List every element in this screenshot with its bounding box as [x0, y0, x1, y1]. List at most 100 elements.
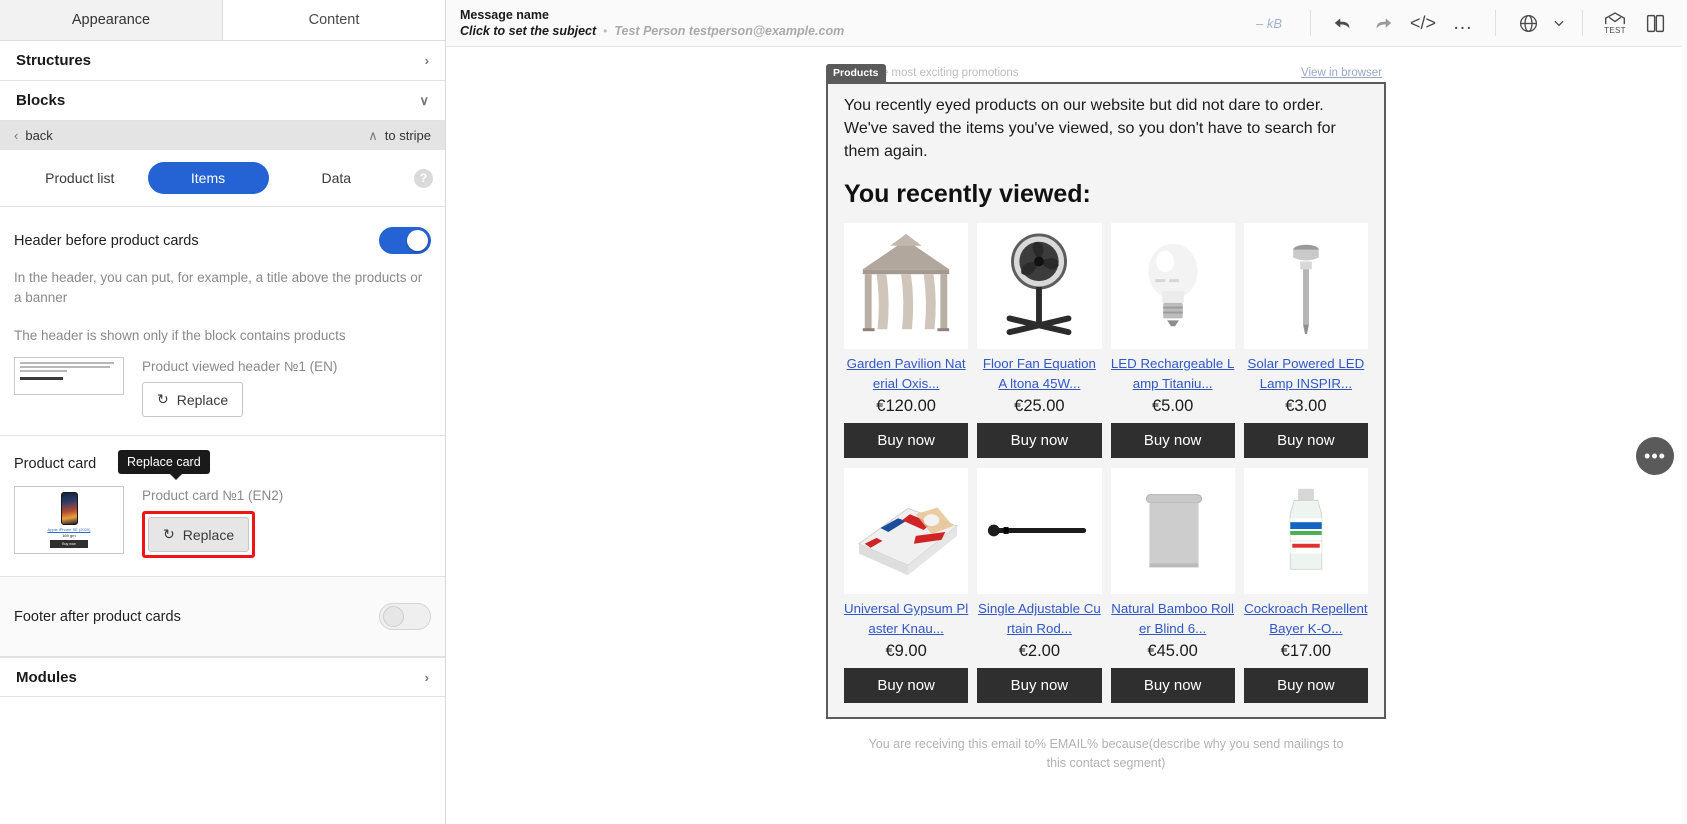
products-block[interactable]: You recently eyed products on our websit… [826, 82, 1386, 719]
back-button[interactable]: ‹ back [14, 128, 53, 143]
buy-now-button[interactable]: Buy now [977, 668, 1102, 703]
buy-now-button[interactable]: Buy now [844, 423, 969, 458]
chevron-up-icon: ∧ [368, 128, 378, 143]
more-icon[interactable]: … [1443, 3, 1483, 43]
to-stripe-button[interactable]: ∧ to stripe [368, 128, 431, 143]
redo-icon[interactable] [1363, 3, 1403, 43]
toggle-knob [407, 230, 428, 251]
product-name[interactable]: Solar Powered LED Lamp INSPIR... [1244, 354, 1368, 394]
product-name[interactable]: Single Adjustable Cu rtain Rod... [977, 599, 1101, 639]
test-label: TEST [1604, 25, 1626, 35]
product-card-preview-thumbnail[interactable]: Apple iPhone SE (2020) 169 grn Buy now [14, 486, 124, 554]
product-name[interactable]: Floor Fan Equation A ltona 45W... [977, 354, 1101, 394]
tab-appearance[interactable]: Appearance [0, 0, 223, 40]
replace-header-button[interactable]: ↻ Replace [142, 382, 244, 417]
header-preview-thumbnail[interactable] [14, 357, 124, 395]
product-card-section-title: Product card [14, 456, 97, 472]
block-actions-fab[interactable]: ••• [1636, 437, 1674, 475]
product-card-asset-label: Product card №1 (EN2) [142, 488, 284, 503]
product-grid-row-1: Garden Pavilion Nat erial Oxis... €120.0… [844, 223, 1368, 458]
product-card[interactable]: Cockroach Repellent Bayer K-O... €17.00 … [1243, 468, 1368, 703]
buy-now-button[interactable]: Buy now [1243, 668, 1368, 703]
product-card[interactable]: Garden Pavilion Nat erial Oxis... €120.0… [844, 223, 969, 458]
toggle-knob [383, 606, 404, 627]
product-card[interactable]: Solar Powered LED Lamp INSPIR... €3.00 B… [1243, 223, 1368, 458]
buy-now-button[interactable]: Buy now [844, 668, 969, 703]
editor-toolbar: Message name Click to set the subject • … [446, 0, 1687, 47]
email-footer-text: You are receiving this email to% EMAIL% … [868, 737, 1344, 770]
product-price: €45.00 [1147, 642, 1198, 660]
header-asset-row: Product viewed header №1 (EN) ↻ Replace [14, 357, 431, 435]
product-image-repellent-bottle [1243, 468, 1368, 594]
segment-product-list[interactable]: Product list [12, 162, 148, 194]
product-image-plaster-bag [844, 468, 969, 594]
product-price: €25.00 [1014, 397, 1065, 415]
product-name[interactable]: Universal Gypsum Pl aster Knau... [844, 599, 968, 639]
product-card[interactable]: LED Rechargeable L amp Titaniu... €5.00 … [1110, 223, 1235, 458]
block-badge-products[interactable]: Products [826, 64, 886, 82]
help-icon[interactable]: ? [414, 168, 433, 188]
buy-now-button[interactable]: Buy now [1110, 423, 1235, 458]
chevron-right-icon: › [424, 669, 429, 685]
product-card[interactable]: Universal Gypsum Pl aster Knau... €9.00 … [844, 468, 969, 703]
accordion-modules[interactable]: Modules › [0, 657, 445, 697]
product-name[interactable]: Cockroach Repellent Bayer K-O... [1244, 599, 1368, 639]
sidebar-tabs: Appearance Content [0, 0, 445, 41]
to-stripe-label: to stripe [384, 128, 431, 143]
header-before-product-cards-toggle[interactable] [379, 227, 431, 254]
product-image-pavilion [844, 223, 969, 349]
product-card[interactable]: Floor Fan Equation A ltona 45W... €25.00… [977, 223, 1102, 458]
product-card[interactable]: Natural Bamboo Roll er Blind 6... €45.00… [1110, 468, 1235, 703]
product-card-thumb-name: Apple iPhone SE (2020) [47, 527, 91, 532]
header-section-hint: In the header, you can put, for example,… [14, 270, 423, 305]
footer-after-product-cards-toggle[interactable] [379, 603, 431, 630]
tab-appearance-label: Appearance [71, 12, 151, 28]
code-icon[interactable]: </> [1403, 3, 1443, 43]
segment-items-label: Items [190, 170, 226, 186]
message-meta: Message name Click to set the subject • … [460, 8, 844, 38]
product-name[interactable]: LED Rechargeable L amp Titaniu... [1111, 354, 1235, 394]
view-in-browser-link[interactable]: View in browser [1301, 67, 1382, 79]
chevron-down-icon: ∨ [419, 93, 429, 108]
canvas-scrollbar[interactable] [1682, 0, 1687, 824]
intro-text: You recently eyed products on our websit… [844, 97, 1336, 160]
footer-section-title: Footer after product cards [14, 608, 181, 625]
subject-placeholder[interactable]: Click to set the subject [460, 24, 596, 38]
product-image-curtain-rod [977, 468, 1102, 594]
segment-data[interactable]: Data [269, 162, 405, 194]
header-section-head: Header before product cards [14, 207, 431, 254]
buy-now-button[interactable]: Buy now [1243, 423, 1368, 458]
product-name[interactable]: Natural Bamboo Roll er Blind 6... [1111, 599, 1235, 639]
tab-content[interactable]: Content [223, 0, 445, 40]
product-name[interactable]: Garden Pavilion Nat erial Oxis... [844, 354, 968, 394]
product-price: €5.00 [1151, 397, 1194, 415]
buy-now-button[interactable]: Buy now [977, 423, 1102, 458]
more-glyph: … [1452, 11, 1474, 34]
language-globe-icon[interactable] [1508, 3, 1548, 43]
product-price: €9.00 [885, 642, 927, 660]
segment-product-list-label: Product list [45, 170, 115, 186]
headline-text: You recently viewed: [844, 180, 1091, 208]
product-card-thumb-button: Buy now [50, 540, 88, 548]
preview-devices-icon[interactable] [1635, 3, 1675, 43]
phone-image [60, 492, 78, 525]
undo-icon[interactable] [1323, 3, 1363, 43]
product-card[interactable]: Single Adjustable Cu rtain Rod... €2.00 … [977, 468, 1102, 703]
product-price: €3.00 [1285, 397, 1327, 415]
accordion-structures[interactable]: Structures › [0, 41, 445, 81]
replace-card-tooltip: Replace card [118, 450, 210, 480]
accordion-structures-label: Structures [16, 52, 92, 69]
segment-items[interactable]: Items [147, 162, 269, 194]
refresh-icon: ↻ [163, 526, 175, 542]
accordion-blocks-label: Blocks [16, 92, 66, 109]
chevron-down-icon[interactable] [1548, 3, 1570, 43]
message-size: – kB [1255, 15, 1282, 31]
email-editor-app: Appearance Content Structures › Blocks ∨… [0, 0, 1687, 824]
tab-content-label: Content [308, 12, 360, 28]
test-send-icon[interactable]: TEST [1595, 3, 1635, 43]
chevron-left-icon: ‹ [14, 128, 19, 143]
accordion-blocks[interactable]: Blocks ∨ [0, 81, 445, 121]
replace-card-button[interactable]: ↻ Replace [148, 517, 250, 552]
header-asset-meta: Product viewed header №1 (EN) ↻ Replace [142, 357, 337, 417]
buy-now-button[interactable]: Buy now [1110, 668, 1235, 703]
